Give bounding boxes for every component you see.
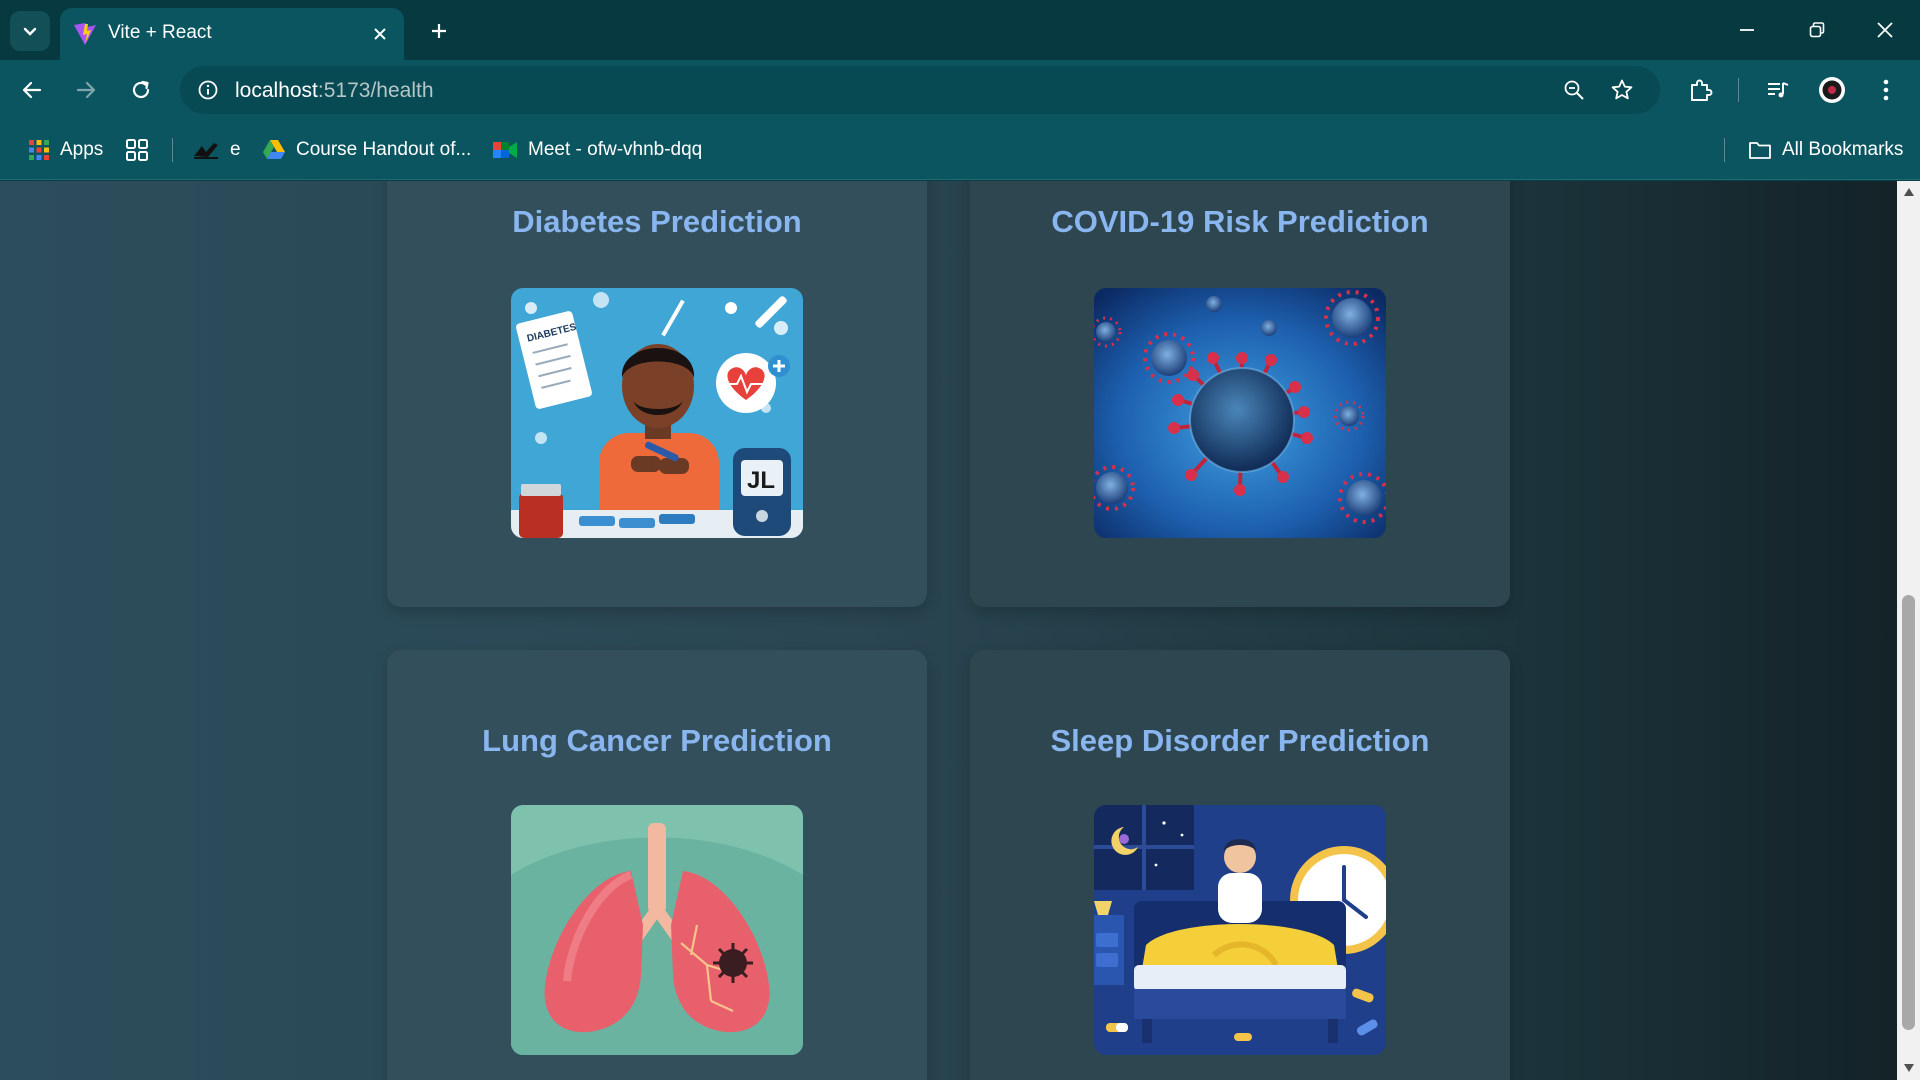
restore-button[interactable] [1792, 8, 1842, 52]
restore-icon [1809, 22, 1825, 38]
new-tab-button[interactable] [422, 14, 456, 48]
arrow-right-icon [76, 81, 96, 99]
card-title: Diabetes Prediction [512, 204, 802, 239]
bookmarks-divider [1724, 138, 1725, 162]
bookmark-label: e [230, 139, 241, 160]
minimize-button[interactable] [1722, 8, 1772, 52]
profile-button[interactable] [1814, 72, 1850, 108]
browser-menu-button[interactable] [1868, 72, 1904, 108]
vite-logo-icon [74, 23, 96, 45]
url-host: localhost [235, 79, 318, 102]
scroll-up-button[interactable] [1902, 185, 1916, 199]
toolbar-divider [1738, 78, 1739, 102]
card-title: Lung Cancer Prediction [482, 723, 832, 758]
bookmark-star-button[interactable] [1606, 74, 1638, 106]
tab-search-button[interactable] [10, 11, 50, 51]
bookmark-label: Apps [60, 139, 104, 160]
bookmark-tab-groups[interactable] [125, 134, 149, 166]
scroll-down-button[interactable] [1902, 1061, 1916, 1075]
sleep-disorder-prediction-card[interactable]: Sleep Disorder Prediction [970, 650, 1510, 1080]
diabetes-prediction-card[interactable]: Diabetes Prediction DIABETES JL [387, 181, 927, 607]
info-icon [198, 80, 218, 100]
extensions-button[interactable] [1682, 72, 1718, 108]
sleep-illustration [1094, 805, 1386, 1055]
lung-cancer-prediction-card[interactable]: Lung Cancer Prediction [387, 650, 927, 1080]
close-window-button[interactable] [1860, 8, 1910, 52]
arrow-left-icon [22, 81, 42, 99]
coronavirus-illustration [1094, 288, 1386, 538]
tab-close-button[interactable] [366, 20, 394, 48]
puzzle-icon [1691, 79, 1713, 101]
site-info-button[interactable] [192, 74, 224, 106]
forward-button[interactable] [66, 70, 106, 110]
reload-icon [132, 80, 150, 99]
triangle-down-icon [1904, 1064, 1914, 1072]
kebab-menu-icon [1883, 79, 1889, 101]
plus-icon [432, 24, 446, 38]
google-drive-icon [263, 140, 285, 159]
address-bar[interactable]: localhost:5173/health [180, 66, 1660, 114]
media-controls-button[interactable] [1760, 72, 1796, 108]
bookmark-course-handout[interactable]: Course Handout of... [262, 134, 471, 166]
star-icon [1611, 79, 1633, 100]
avatar [1819, 77, 1845, 103]
covid19-risk-prediction-card[interactable]: COVID-19 Risk Prediction [970, 181, 1510, 607]
scrollbar-thumb[interactable] [1902, 595, 1915, 1030]
url-text[interactable]: localhost:5173/health [235, 79, 434, 103]
media-queue-icon [1768, 82, 1789, 98]
chevron-down-icon [23, 27, 37, 36]
lungs-illustration [511, 805, 803, 1055]
bookmarks-bar: Apps e Course Handout of... Meet - ofw-v… [0, 120, 1920, 180]
bookmarks-divider [172, 138, 173, 162]
back-button[interactable] [12, 70, 52, 110]
zoom-button[interactable] [1558, 74, 1590, 106]
health-page: Diabetes Prediction DIABETES JL COVID-19… [0, 181, 1897, 1080]
page-scrollbar[interactable] [1897, 181, 1920, 1080]
svg-text:JL: JL [747, 467, 775, 494]
tab-groups-icon [126, 139, 148, 161]
minimize-icon [1740, 29, 1754, 31]
card-title: Sleep Disorder Prediction [1050, 723, 1430, 758]
card-title: COVID-19 Risk Prediction [1051, 204, 1429, 239]
bookmark-e[interactable]: e [192, 134, 241, 166]
tab-title: Vite + React [108, 22, 212, 43]
tab-strip: Vite + React [0, 0, 1920, 60]
google-meet-icon [493, 142, 517, 158]
close-icon [374, 28, 386, 40]
signature-icon [194, 143, 218, 159]
reload-button[interactable] [121, 70, 161, 110]
browser-toolbar: localhost:5173/health [0, 60, 1920, 120]
diabetes-illustration: DIABETES JL [511, 288, 803, 538]
close-icon [1877, 22, 1893, 38]
all-bookmarks-label: All Bookmarks [1782, 139, 1904, 160]
browser-tab[interactable]: Vite + React [60, 8, 404, 60]
triangle-up-icon [1904, 188, 1914, 196]
bookmark-meet[interactable]: Meet - ofw-vhnb-dqq [492, 134, 702, 166]
bookmark-label: Meet - ofw-vhnb-dqq [528, 139, 703, 160]
bookmark-label: Course Handout of... [296, 139, 472, 160]
apps-grid-icon [29, 140, 49, 160]
folder-icon [1749, 142, 1771, 159]
all-bookmarks-button[interactable]: All Bookmarks [1748, 134, 1903, 166]
bookmark-apps[interactable]: Apps [28, 134, 103, 166]
zoom-out-icon [1564, 80, 1584, 100]
url-path: :5173/health [317, 79, 434, 102]
